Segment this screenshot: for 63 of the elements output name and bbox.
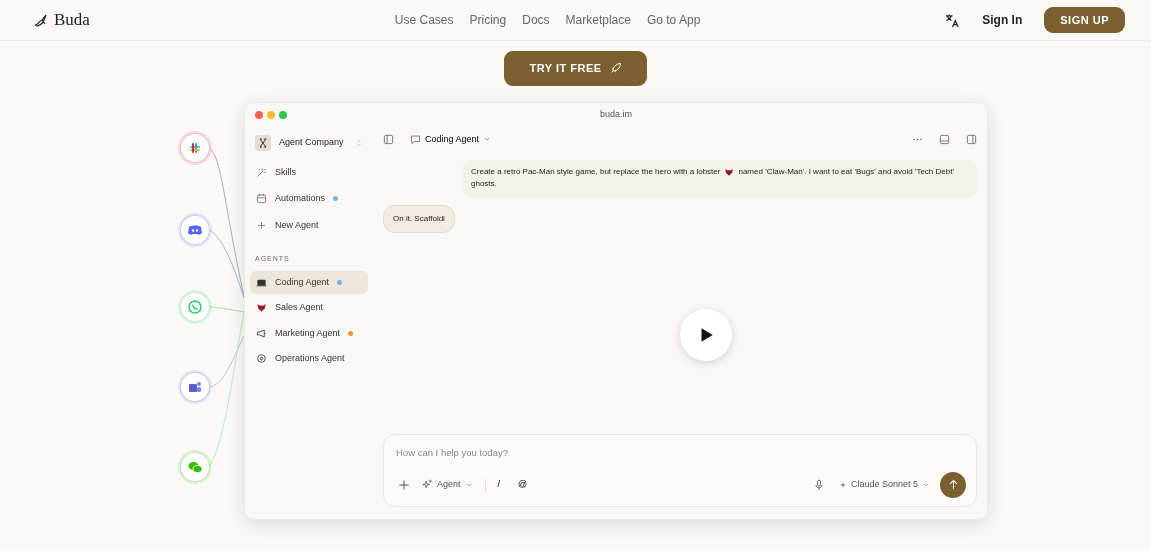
- agent-item[interactable]: Coding Agent: [250, 270, 368, 294]
- integration-button[interactable]: [180, 451, 210, 482]
- item-label: Sales Agent: [275, 301, 324, 314]
- item-label: Marketing Agent: [275, 326, 341, 340]
- agent-item[interactable]: Operations Agent: [250, 347, 368, 371]
- integration-button[interactable]: [180, 371, 210, 402]
- sparkles-icon: [422, 479, 433, 490]
- message-text: ghosts.: [471, 179, 497, 189]
- gear-icon: [256, 353, 267, 365]
- window-control-dot[interactable]: [279, 110, 287, 119]
- calendar-icon: [256, 193, 267, 205]
- megaphone-icon: [256, 327, 267, 339]
- phone-bubble-icon: [187, 298, 203, 315]
- agent-item[interactable]: Marketing Agent: [250, 321, 368, 345]
- message-text: named 'Claw-Man'. I want to eat 'Bugs' and avoid 'Tech Debt': [738, 166, 954, 178]
- message-input[interactable]: How can I help you today?: [394, 445, 966, 462]
- mask-icon: [256, 302, 267, 314]
- brand-name[interactable]: Buda: [54, 7, 90, 33]
- try-free-button[interactable]: TRY IT FREE: [504, 51, 647, 86]
- arrow-up-icon: [947, 479, 959, 490]
- message-text: Create a retro Pac-Man style game, but replace the hero with a lobster: [471, 166, 721, 178]
- item-label: Skills: [275, 165, 296, 179]
- send-button[interactable]: [940, 471, 966, 498]
- sidebar-item[interactable]: Automations: [250, 187, 368, 211]
- sidebar-item[interactable]: Skills: [250, 160, 368, 184]
- item-label: Coding Agent: [275, 275, 330, 289]
- mask-icon: [724, 167, 735, 178]
- plus-icon: [256, 219, 267, 231]
- chat-bubble-icon: [410, 133, 421, 145]
- integration-button[interactable]: [180, 132, 210, 163]
- rocket-icon: [609, 62, 622, 75]
- window-control-dot[interactable]: [255, 110, 263, 119]
- plus-icon[interactable]: [398, 478, 410, 491]
- nav-link[interactable]: Docs: [522, 11, 550, 29]
- model-selector[interactable]: Claude Sonnet 5: [838, 477, 930, 492]
- workspace-name[interactable]: Agent Company: [279, 135, 347, 150]
- sidebar-item[interactable]: New Agent: [250, 213, 368, 237]
- command-button[interactable]: /: [497, 477, 501, 492]
- magic-wand-icon: [256, 166, 267, 178]
- translate-icon[interactable]: [945, 12, 961, 28]
- nav-link[interactable]: Go to App: [646, 11, 701, 29]
- nav-link[interactable]: Use Cases: [394, 11, 454, 29]
- item-label: New Agent: [275, 218, 319, 232]
- nav-link[interactable]: Marketplace: [565, 11, 631, 29]
- sign-in-link[interactable]: Sign In: [982, 11, 1023, 29]
- agent-item[interactable]: Sales Agent: [250, 296, 368, 320]
- sign-up-button[interactable]: SIGN UP: [1044, 6, 1125, 34]
- nav-link[interactable]: Pricing: [469, 11, 507, 29]
- microphone-icon[interactable]: [812, 478, 825, 491]
- agent-message: On it. Scaffoldi: [383, 204, 455, 233]
- item-label: Automations: [275, 192, 326, 205]
- mode-selector[interactable]: Agent: [422, 477, 473, 492]
- agent-selector[interactable]: Coding Agent: [410, 132, 492, 146]
- item-label: Operations Agent: [275, 352, 345, 365]
- sidebar-toggle-icon[interactable]: [383, 133, 394, 145]
- integration-button[interactable]: [180, 214, 210, 245]
- workspace-icon: [255, 134, 271, 151]
- right-panel-icon[interactable]: [966, 133, 977, 145]
- window-control-dot[interactable]: [267, 110, 275, 119]
- bottom-panel-icon[interactable]: [939, 133, 950, 145]
- mention-button[interactable]: @: [518, 477, 528, 492]
- play-button[interactable]: [680, 308, 732, 361]
- window-title: buda.im: [600, 107, 632, 121]
